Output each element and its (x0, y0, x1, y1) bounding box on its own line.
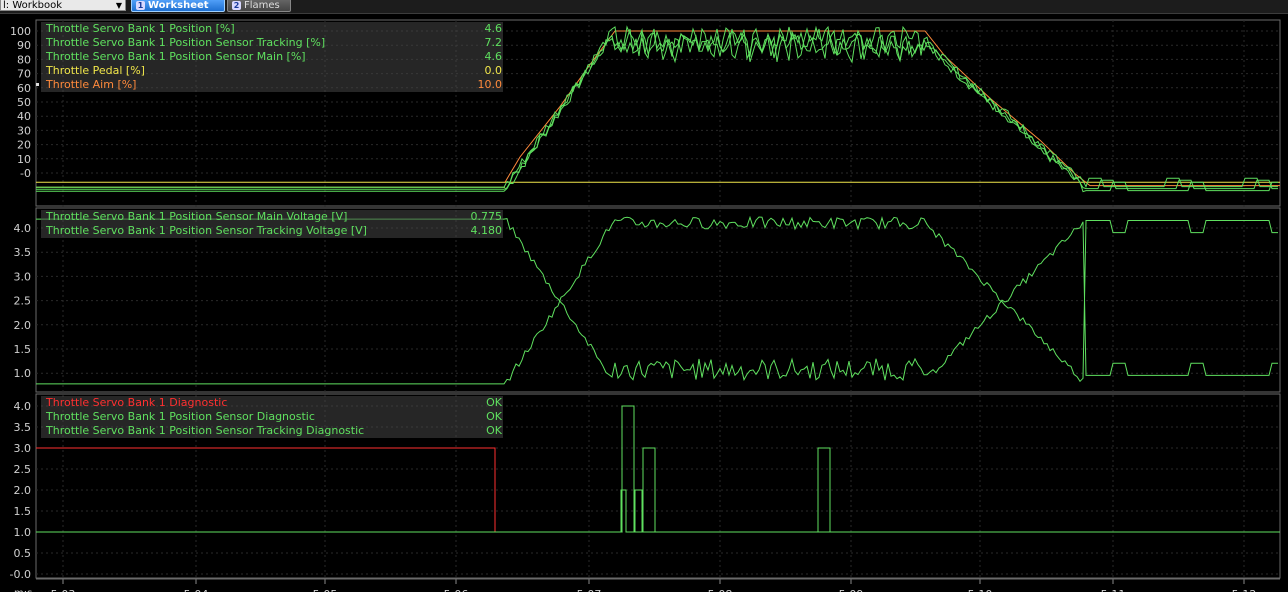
x-tick-label: 5:12 (1232, 588, 1257, 592)
legend-label: Throttle Servo Bank 1 Position Sensor Tr… (46, 224, 367, 237)
legend-value: 0.775 (470, 210, 503, 223)
x-tick-label: 5:08 (708, 588, 733, 592)
y-tick-label: 4.0 (14, 222, 32, 235)
legend-label: Throttle Servo Bank 1 Diagnostic (46, 396, 228, 409)
y-tick-label: 40 (17, 110, 31, 123)
legend-row[interactable]: Throttle Servo Bank 1 Position Sensor Tr… (41, 424, 503, 438)
x-tick-label: 5:10 (968, 588, 993, 592)
legend-row[interactable]: Throttle Servo Bank 1 Position Sensor Ma… (41, 210, 503, 224)
tracking-voltage-trace (36, 218, 1278, 382)
y-axis-labels: 1009080 7060504030 2010-0 4.0 3.5 3.0 2.5 2.0 1.… (10, 25, 31, 581)
selected-marker-icon (36, 83, 39, 86)
x-tick-label: 5:05 (313, 588, 338, 592)
legend-value: 4.6 (484, 22, 503, 35)
y-tick-label: 1.0 (14, 367, 32, 380)
y-tick-label: -0.0 (10, 568, 31, 581)
y-tick-label: 3.0 (14, 442, 32, 455)
panel2-legend: Throttle Servo Bank 1 Position Sensor Ma… (41, 210, 503, 238)
y-tick-label: 80 (17, 53, 31, 66)
grid-lines (36, 20, 1280, 584)
throttle-aim-trace (504, 30, 1280, 187)
y-tick-label: 100 (10, 25, 31, 38)
y-tick-label: 3.5 (14, 421, 32, 434)
y-tick-label: 10 (17, 153, 31, 166)
y-tick-label: 2.0 (14, 484, 32, 497)
y-tick-label: 50 (17, 96, 31, 109)
x-axis-unit: m:s (14, 588, 32, 592)
y-tick-label: 60 (17, 82, 31, 95)
legend-row[interactable]: Throttle Servo Bank 1 Position [%] 4.6 (41, 22, 503, 36)
legend-value: 7.2 (484, 36, 503, 49)
legend-label: Throttle Servo Bank 1 Position [%] (46, 22, 235, 35)
legend-value: 0.0 (484, 64, 503, 77)
y-tick-label: 2.5 (14, 463, 32, 476)
y-tick-label: -0 (20, 167, 31, 180)
y-tick-label: 4.0 (14, 400, 32, 413)
legend-row[interactable]: Throttle Servo Bank 1 Position Sensor Tr… (41, 36, 503, 50)
x-tick-label: 5:11 (1101, 588, 1126, 592)
legend-value: OK (486, 424, 502, 437)
legend-row[interactable]: Throttle Servo Bank 1 Diagnostic OK (41, 396, 503, 410)
y-tick-label: 0.5 (14, 547, 32, 560)
y-tick-label: 1.5 (14, 505, 32, 518)
legend-value: OK (486, 410, 502, 423)
legend-label: Throttle Servo Bank 1 Position Sensor Ma… (46, 50, 306, 63)
traces (36, 25, 1280, 533)
legend-label: Throttle Pedal [%] (46, 64, 145, 77)
y-tick-label: 1.5 (14, 343, 32, 356)
y-tick-label: 1.0 (14, 526, 32, 539)
legend-value: 10.0 (477, 78, 503, 91)
x-tick-label: 5:04 (184, 588, 209, 592)
x-tick-label: 5:06 (444, 588, 469, 592)
legend-row[interactable]: Throttle Servo Bank 1 Position Sensor Tr… (41, 224, 503, 238)
legend-label: Throttle Servo Bank 1 Position Sensor Di… (46, 410, 315, 423)
y-tick-label: 3.5 (14, 246, 32, 259)
y-tick-label: 3.0 (14, 270, 32, 283)
y-tick-label: 2.0 (14, 319, 32, 332)
legend-row[interactable]: Throttle Pedal [%] 0.0 (41, 64, 503, 78)
y-tick-label: 20 (17, 139, 31, 152)
legend-value: 4.6 (484, 50, 503, 63)
x-tick-label: 5:03 (51, 588, 76, 592)
y-tick-label: 70 (17, 68, 31, 81)
legend-label: Throttle Servo Bank 1 Position Sensor Tr… (46, 424, 365, 437)
panel3-legend: Throttle Servo Bank 1 Diagnostic OK Thro… (41, 396, 503, 438)
legend-row[interactable]: Throttle Servo Bank 1 Position Sensor Di… (41, 410, 503, 424)
panel1-legend: Throttle Servo Bank 1 Position [%] 4.6 T… (36, 22, 503, 92)
legend-value: OK (486, 396, 502, 409)
legend-label: Throttle Aim [%] (46, 78, 137, 91)
y-tick-label: 2.5 (14, 295, 32, 308)
x-tick-label: 5:09 (839, 588, 864, 592)
legend-row-selected[interactable]: Throttle Aim [%] 10.0 (36, 78, 503, 92)
legend-row[interactable]: Throttle Servo Bank 1 Position Sensor Ma… (41, 50, 503, 64)
y-tick-label: 90 (17, 39, 31, 52)
legend-label: Throttle Servo Bank 1 Position Sensor Tr… (46, 36, 326, 49)
legend-value: 4.180 (470, 224, 503, 237)
x-axis-labels: 5:03 5:04 5:05 5:06 5:07 5:08 5:09 5:10 5:11 5:12… (14, 588, 1256, 592)
legend-label: Throttle Servo Bank 1 Position Sensor Ma… (46, 210, 348, 223)
x-tick-label: 5:07 (577, 588, 602, 592)
y-tick-label: 30 (17, 124, 31, 137)
